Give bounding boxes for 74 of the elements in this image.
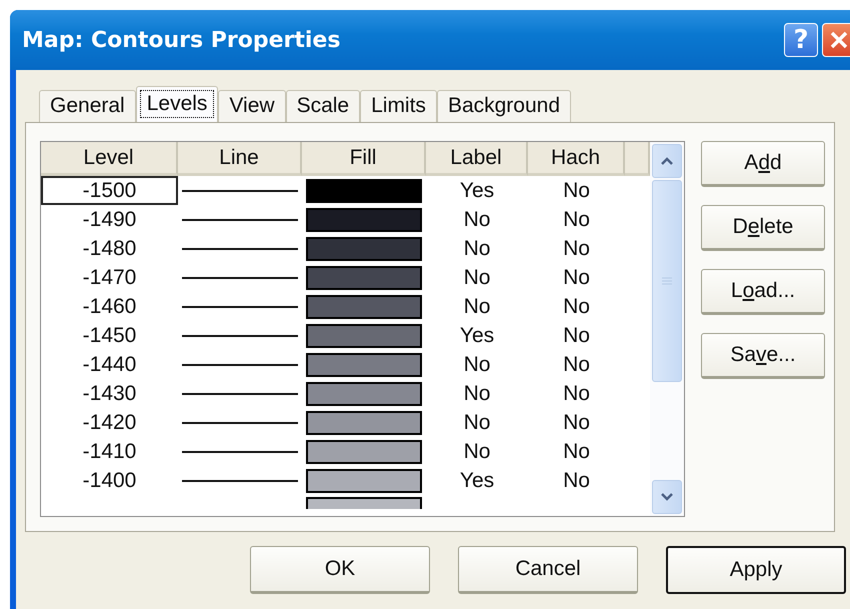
- tab[interactable]: Background: [436, 90, 572, 122]
- level-cell[interactable]: -1450: [41, 321, 178, 350]
- level-cell[interactable]: -1500: [41, 176, 178, 205]
- level-cell[interactable]: -1440: [41, 350, 178, 379]
- level-cell[interactable]: -1480: [41, 234, 178, 263]
- column-header[interactable]: Level: [41, 142, 178, 176]
- tab[interactable]: View: [218, 90, 286, 122]
- hach-cell-text: No: [562, 294, 591, 320]
- label-cell-text: No: [462, 236, 492, 262]
- hach-cell-text: No: [562, 352, 591, 378]
- hach-cell-text: No: [562, 468, 591, 494]
- chevron-down-icon: [660, 492, 674, 502]
- label-cell-text: No: [462, 352, 492, 378]
- fill-swatch[interactable]: [306, 294, 422, 318]
- action-button[interactable]: Delete: [701, 205, 825, 251]
- scrollbar-thumb[interactable]: [652, 180, 682, 382]
- tab[interactable]: General: [39, 90, 136, 122]
- dialog-button[interactable]: Apply: [666, 546, 846, 594]
- column-header: [625, 142, 650, 176]
- fill-swatch[interactable]: [306, 208, 422, 232]
- fill-swatch[interactable]: [306, 352, 422, 376]
- label-cell-text: No: [462, 206, 492, 232]
- label-cell-text: No: [462, 264, 492, 290]
- action-button[interactable]: Add: [701, 141, 825, 187]
- window-title: Map: Contours Properties: [22, 28, 340, 52]
- scroll-up-button[interactable]: [652, 144, 682, 178]
- grip-icon: [662, 277, 672, 285]
- tab[interactable]: Limits: [360, 90, 437, 122]
- fill-swatch[interactable]: [306, 410, 422, 434]
- fill-swatch[interactable]: [306, 324, 422, 348]
- fill-swatch[interactable]: [306, 178, 422, 202]
- column-header[interactable]: Fill: [302, 142, 426, 176]
- level-cell[interactable]: -1430: [41, 379, 178, 408]
- hach-cell-text: No: [562, 264, 591, 290]
- level-cell[interactable]: -1410: [41, 437, 178, 466]
- tab[interactable]: Scale: [286, 90, 360, 122]
- hach-cell-text: No: [562, 322, 591, 348]
- column-header[interactable]: Line: [178, 142, 302, 176]
- fill-swatch[interactable]: [306, 468, 422, 492]
- hach-cell-text: No: [562, 236, 591, 262]
- fill-swatch[interactable]: [306, 266, 422, 290]
- fill-swatch[interactable]: [306, 236, 422, 260]
- action-button[interactable]: Save...: [701, 333, 825, 379]
- fill-swatch[interactable]: [306, 382, 422, 406]
- label-cell-text: Yes: [458, 178, 496, 204]
- close-icon: [828, 29, 850, 51]
- chevron-up-icon: [660, 156, 674, 166]
- label-cell-text: No: [462, 410, 492, 436]
- label-cell-text: Yes: [458, 322, 496, 348]
- level-cell[interactable]: -1420: [41, 408, 178, 437]
- label-cell-text: No: [462, 294, 492, 320]
- hach-cell-text: No: [562, 178, 591, 204]
- level-cell[interactable]: -1400: [41, 466, 178, 495]
- scroll-down-button[interactable]: [652, 480, 682, 514]
- level-cell[interactable]: -1460: [41, 292, 178, 321]
- tab[interactable]: Levels: [136, 86, 218, 122]
- hach-cell-text: No: [562, 206, 591, 232]
- fill-swatch[interactable]: [306, 440, 422, 464]
- action-button[interactable]: Load...: [701, 269, 825, 315]
- fill-swatch[interactable]: [306, 497, 422, 509]
- dialog-button[interactable]: OK: [250, 546, 430, 594]
- hach-cell-text: No: [562, 410, 591, 436]
- label-cell-text: Yes: [458, 468, 496, 494]
- hach-cell-text: No: [562, 438, 591, 464]
- label-cell-text: No: [462, 438, 492, 464]
- level-cell[interactable]: -1490: [41, 205, 178, 234]
- column-header[interactable]: Hach: [528, 142, 625, 176]
- label-cell-text: No: [462, 380, 492, 406]
- hach-cell-text: No: [562, 380, 591, 406]
- scrollbar[interactable]: [650, 142, 684, 516]
- close-button[interactable]: [822, 23, 850, 57]
- dialog-button[interactable]: Cancel: [458, 546, 638, 594]
- column-header[interactable]: Label: [426, 142, 528, 176]
- level-cell[interactable]: -1470: [41, 263, 178, 292]
